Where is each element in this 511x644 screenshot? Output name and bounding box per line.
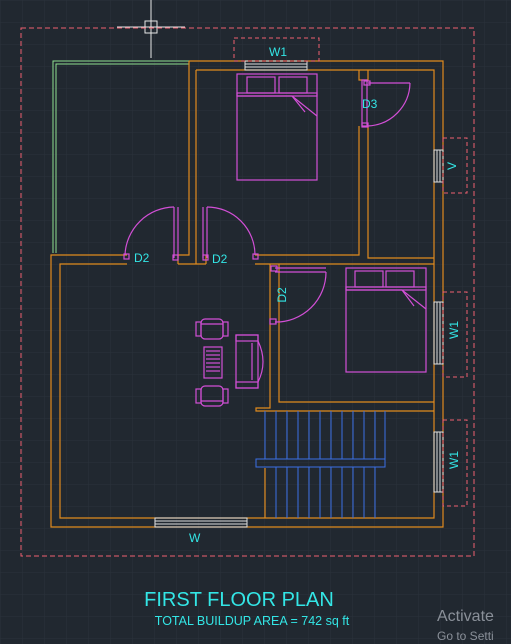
plan-title: FIRST FLOOR PLAN <box>144 589 334 611</box>
label-v: V <box>445 162 459 170</box>
activation-watermark-line2: Go to Setti <box>437 629 494 643</box>
activation-watermark-line1: Activate <box>437 608 494 625</box>
label-w1-top: W1 <box>269 45 287 59</box>
label-d3: D3 <box>362 97 378 111</box>
label-w1-right-upper: W1 <box>447 321 461 339</box>
plan-subtitle: TOTAL BUILDUP AREA = 742 sq ft <box>155 614 350 628</box>
floor-plan-drawing: W1 D3 V D2 D2 D2 W1 W1 W FIRST FLOOR PLA… <box>0 0 511 644</box>
cad-viewport[interactable]: W1 D3 V D2 D2 D2 W1 W1 W FIRST FLOOR PLA… <box>0 0 511 644</box>
label-w1-right-lower: W1 <box>447 451 461 469</box>
label-w-bottom: W <box>189 531 201 545</box>
label-d2-left: D2 <box>134 251 150 265</box>
label-d2-middle: D2 <box>212 252 228 266</box>
label-d2-vertical: D2 <box>275 287 289 303</box>
